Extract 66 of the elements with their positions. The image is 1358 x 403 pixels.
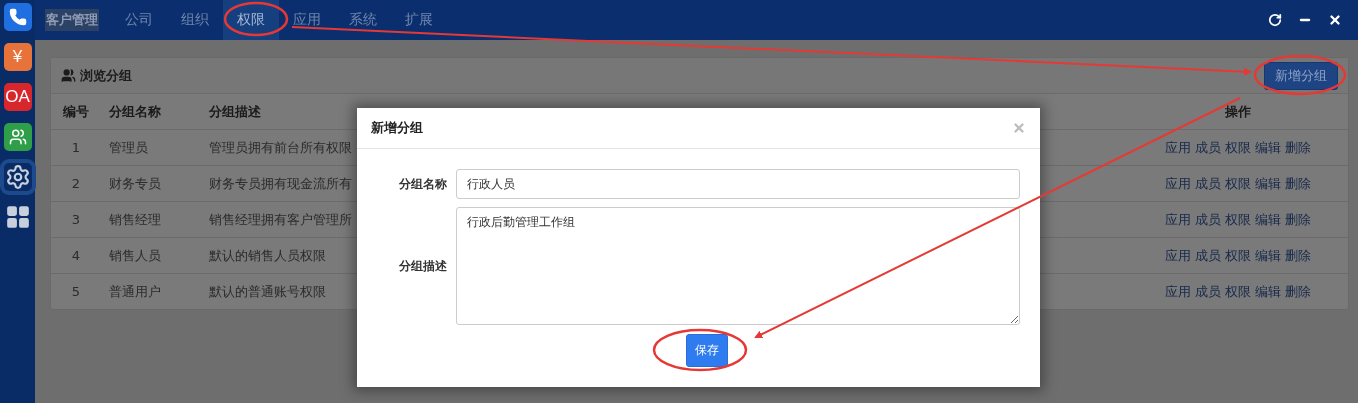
action-link[interactable]: 编辑 <box>1255 210 1281 229</box>
highlight-ellipse <box>223 1 289 37</box>
app-tile[interactable]: OA <box>3 83 32 111</box>
action-link[interactable]: 应用 <box>1165 210 1191 229</box>
save-button[interactable]: 保存 <box>685 334 728 367</box>
panel-title: 浏览分组 <box>80 66 132 85</box>
action-link[interactable]: 应用 <box>1165 138 1191 157</box>
action-link[interactable]: 删除 <box>1285 174 1311 193</box>
column-header: 编号 <box>62 102 90 121</box>
action-link[interactable]: 编辑 <box>1255 138 1281 157</box>
column-header: 分组名称 <box>108 102 162 121</box>
action-link[interactable]: 删除 <box>1285 246 1311 265</box>
table-cell: 5 <box>71 284 81 299</box>
action-link[interactable]: 应用 <box>1165 282 1191 301</box>
app-title: 客户管理 <box>45 9 99 31</box>
action-link[interactable]: 成员 <box>1195 138 1221 157</box>
table-cell: 财务专员拥有现金流所有 <box>209 174 352 193</box>
description-field[interactable]: 行政后勤管理工作组 <box>456 207 1020 325</box>
action-link[interactable]: 应用 <box>1165 174 1191 193</box>
field-label: 分组描述 <box>398 257 447 275</box>
action-link[interactable]: 权限 <box>1225 138 1251 157</box>
phone-icon[interactable] <box>3 3 32 31</box>
table-cell: 管理员拥有前台所有权限 <box>209 138 352 157</box>
action-link[interactable]: 编辑 <box>1255 174 1281 193</box>
app-tile[interactable]: ¥ <box>3 43 32 71</box>
action-link[interactable]: 删除 <box>1285 210 1311 229</box>
action-link[interactable]: 权限 <box>1225 246 1251 265</box>
table-cell: 管理员 <box>109 138 148 157</box>
action-link[interactable]: 成员 <box>1195 210 1221 229</box>
nav-tab[interactable]: 组织 <box>167 0 223 40</box>
action-link[interactable]: 删除 <box>1285 282 1311 301</box>
column-header: 分组描述 <box>208 102 262 121</box>
table-cell: 1 <box>71 140 81 155</box>
nav-tab[interactable]: 扩展 <box>391 0 447 40</box>
table-cell: 默认的销售人员权限 <box>209 246 326 265</box>
nav-tab[interactable]: 系统 <box>335 0 391 40</box>
people-icon[interactable] <box>3 123 32 151</box>
close-icon[interactable] <box>1328 13 1342 27</box>
column-header: 操作 <box>1224 102 1252 121</box>
action-link[interactable]: 删除 <box>1285 138 1311 157</box>
action-link[interactable]: 编辑 <box>1255 282 1281 301</box>
field-label: 分组名称 <box>398 175 447 193</box>
nav-tab[interactable]: 应用 <box>279 0 335 40</box>
action-link[interactable]: 权限 <box>1225 282 1251 301</box>
add-group-button[interactable]: 新增分组 <box>1264 61 1338 90</box>
action-link[interactable]: 成员 <box>1195 174 1221 193</box>
table-cell: 默认的普通账号权限 <box>209 282 326 301</box>
table-cell: 2 <box>71 176 81 191</box>
table-cell: 销售经理 <box>109 210 161 229</box>
table-cell: 财务专员 <box>109 174 161 193</box>
action-link[interactable]: 成员 <box>1195 246 1221 265</box>
action-link[interactable]: 成员 <box>1195 282 1221 301</box>
table-cell: 销售人员 <box>109 246 161 265</box>
table-cell: 销售经理拥有客户管理所 <box>209 210 352 229</box>
action-link[interactable]: 权限 <box>1225 210 1251 229</box>
action-link[interactable]: 权限 <box>1225 174 1251 193</box>
dialog-title: 新增分组 <box>371 119 423 137</box>
action-link[interactable]: 应用 <box>1165 246 1191 265</box>
nav-tab[interactable]: 公司 <box>111 0 167 40</box>
table-cell: 3 <box>71 212 81 227</box>
action-link[interactable]: 编辑 <box>1255 246 1281 265</box>
refresh-icon[interactable] <box>1268 13 1282 27</box>
table-cell: 普通用户 <box>109 282 161 301</box>
group-icon <box>61 68 76 83</box>
table-cell: 4 <box>71 248 81 263</box>
name-field[interactable]: 行政人员 <box>456 169 1020 199</box>
